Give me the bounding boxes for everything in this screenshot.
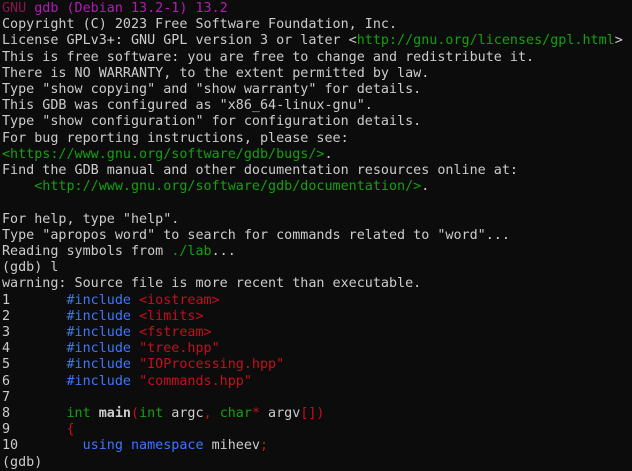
source-line-5: 5 #include "IOProcessing.hpp" (2, 357, 632, 373)
source-line-7: 7 (2, 390, 632, 406)
warning-line: warning: Source file is more recent than… (2, 276, 632, 292)
gdb-version-line: GNU gdb (Debian 13.2-1) 13.2 (2, 1, 632, 17)
show-copying-line: Type "show copying" and "show warranty" … (2, 82, 632, 98)
show-configuration-line: Type "show configuration" for configurat… (2, 114, 632, 130)
terminal-screen[interactable]: GNU gdb (Debian 13.2-1) 13.2Copyright (C… (0, 0, 632, 471)
bug-reporting-line: For bug reporting instructions, please s… (2, 131, 632, 147)
bugs-url-line: <https://www.gnu.org/software/gdb/bugs/>… (2, 147, 632, 163)
license-line: License GPLv3+: GNU GPL version 3 or lat… (2, 33, 632, 49)
source-line-8: 8 int main(int argc, char* argv[]) (2, 406, 632, 422)
copyright-line: Copyright (C) 2023 Free Software Foundat… (2, 17, 632, 33)
source-line-6: 6 #include "commands.hpp" (2, 374, 632, 390)
help-line: For help, type "help". (2, 212, 632, 228)
gdb-prompt-line: (gdb) (2, 455, 632, 471)
source-line-1: 1 #include <iostream> (2, 293, 632, 309)
terminal-output: GNU gdb (Debian 13.2-1) 13.2Copyright (C… (2, 1, 632, 471)
free-software-line: This is free software: you are free to c… (2, 50, 632, 66)
source-line-2: 2 #include <limits> (2, 309, 632, 325)
blank-line (2, 195, 632, 211)
documentation-url-line: <http://www.gnu.org/software/gdb/documen… (2, 179, 632, 195)
configured-as-line: This GDB was configured as "x86_64-linux… (2, 98, 632, 114)
reading-symbols-line: Reading symbols from ./lab... (2, 244, 632, 260)
apropos-line: Type "apropos word" to search for comman… (2, 228, 632, 244)
gdb-prompt-list-command-line: (gdb) l (2, 260, 632, 276)
manual-line: Find the GDB manual and other documentat… (2, 163, 632, 179)
source-line-4: 4 #include "tree.hpp" (2, 341, 632, 357)
source-line-9: 9 { (2, 422, 632, 438)
source-line-10: 10 using namespace miheev; (2, 438, 632, 454)
source-line-3: 3 #include <fstream> (2, 325, 632, 341)
no-warranty-line: There is NO WARRANTY, to the extent perm… (2, 66, 632, 82)
